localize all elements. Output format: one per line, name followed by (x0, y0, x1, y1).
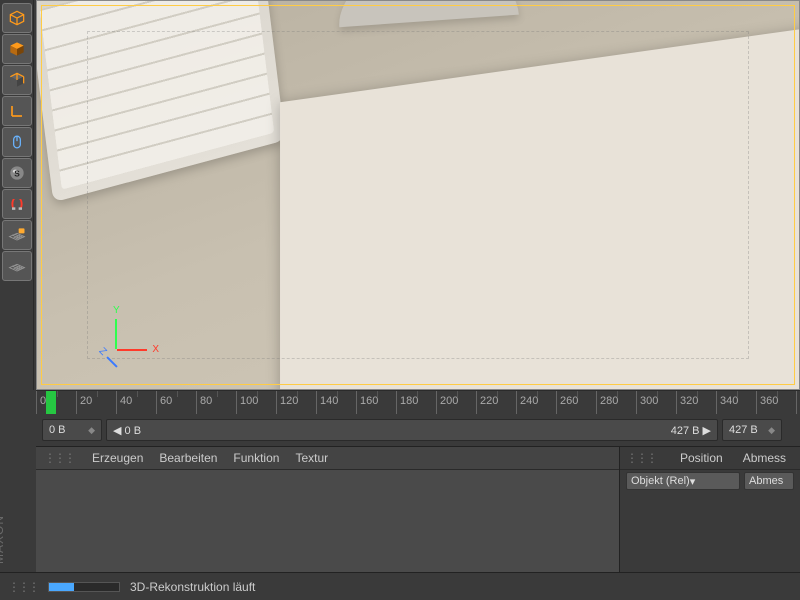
coord-mode-select[interactable]: Objekt (Rel)▾ (626, 472, 740, 490)
range-start-field[interactable]: 0 B◆ (42, 419, 102, 441)
status-grip-icon[interactable]: ⋮⋮⋮ (8, 580, 38, 594)
object-manager: ⋮⋮⋮ Erzeugen Bearbeiten Funktion Textur (36, 447, 620, 572)
timeline-tick: 320 (676, 391, 716, 415)
object-manager-body[interactable] (36, 470, 619, 572)
timeline-tick: 40 (116, 391, 156, 415)
timeline-tick: 360 (756, 391, 796, 415)
range-slider[interactable]: ◀ 0 B 427 B ▶ (106, 419, 718, 441)
axis-z-icon (106, 356, 117, 367)
timeline-tick: 120 (276, 391, 316, 415)
timeline-tick: 140 (316, 391, 356, 415)
timeline-tick: 38 (796, 391, 800, 415)
timeline-tick: 20 (76, 391, 116, 415)
tool-cube-solid[interactable] (2, 34, 32, 64)
timeline-tick: 60 (156, 391, 196, 415)
timeline-tick: 80 (196, 391, 236, 415)
timeline-tick: 280 (596, 391, 636, 415)
range-end-field[interactable]: 427 B◆ (722, 419, 782, 441)
progress-bar (48, 582, 120, 592)
timeline-tick: 300 (636, 391, 676, 415)
tool-sphere[interactable]: S (2, 158, 32, 188)
left-toolbar: S (0, 0, 34, 390)
col-position: Position (680, 451, 723, 465)
timeline-tick: 340 (716, 391, 756, 415)
timeline-tick: 0 (36, 391, 76, 415)
tool-mouse[interactable] (2, 127, 32, 157)
tool-cube-wire[interactable] (2, 3, 32, 33)
coordinate-manager: ⋮⋮⋮ Position Abmess Objekt (Rel)▾ Abmes (620, 447, 800, 572)
object-manager-menu: ⋮⋮⋮ Erzeugen Bearbeiten Funktion Textur (36, 447, 619, 470)
timeline-tick: 160 (356, 391, 396, 415)
menu-textur[interactable]: Textur (295, 451, 328, 465)
menu-erzeugen[interactable]: Erzeugen (92, 451, 143, 465)
brand-logo: CINEMA 4DMAXON (0, 490, 6, 564)
menu-bearbeiten[interactable]: Bearbeiten (159, 451, 217, 465)
transport-bar: 0 B◆ ◀ 0 B 427 B ▶ 427 B◆ (36, 414, 800, 446)
status-text: 3D-Rekonstruktion läuft (130, 580, 255, 594)
viewport[interactable] (36, 0, 800, 390)
viewport-safe-frame (87, 31, 749, 359)
axis-gizmo (97, 309, 157, 369)
tool-grid[interactable] (2, 251, 32, 281)
menu-funktion[interactable]: Funktion (233, 451, 279, 465)
tool-magnet[interactable] (2, 189, 32, 219)
axis-y-icon (115, 319, 117, 349)
axis-x-icon (117, 349, 147, 351)
timeline-ruler[interactable]: 0204060801001201401601802002202402602803… (36, 390, 800, 414)
timeline-tick: 260 (556, 391, 596, 415)
status-bar: ⋮⋮⋮ 3D-Rekonstruktion läuft (0, 572, 800, 600)
dim-mode-select[interactable]: Abmes (744, 472, 794, 490)
panel-grip-icon[interactable]: ⋮⋮⋮ (44, 451, 74, 465)
timeline-tick: 100 (236, 391, 276, 415)
timeline-tick: 180 (396, 391, 436, 415)
svg-text:S: S (14, 168, 20, 178)
lower-panels: ⋮⋮⋮ Erzeugen Bearbeiten Funktion Textur … (36, 446, 800, 572)
timeline-tick: 200 (436, 391, 476, 415)
tool-cube-edge[interactable] (2, 65, 32, 95)
tool-grid-lock[interactable] (2, 220, 32, 250)
timeline-tick: 240 (516, 391, 556, 415)
panel-grip-icon[interactable]: ⋮⋮⋮ (626, 451, 656, 465)
col-dimension: Abmess (743, 451, 786, 465)
tool-axis[interactable] (2, 96, 32, 126)
timeline-tick: 220 (476, 391, 516, 415)
